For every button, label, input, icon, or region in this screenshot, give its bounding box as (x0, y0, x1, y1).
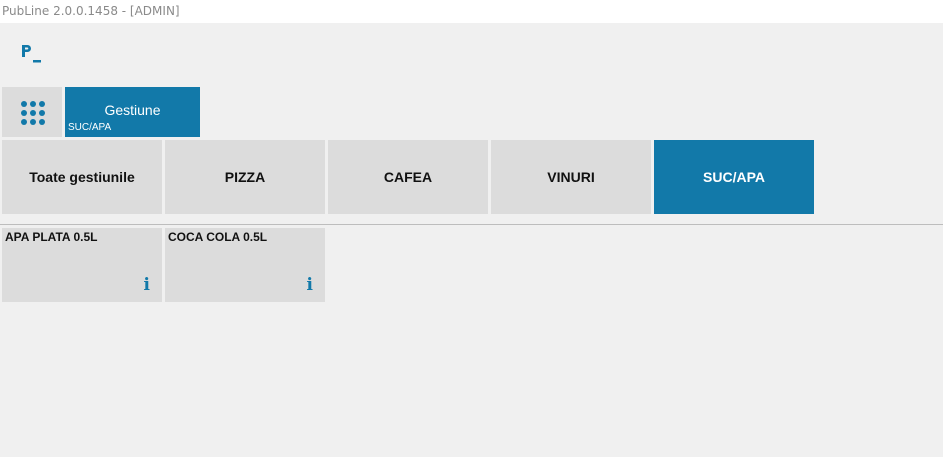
category-vinuri[interactable]: VINURI (491, 140, 651, 214)
product-tile-coca-cola[interactable]: COCA COLA 0.5L i (165, 228, 325, 302)
product-name: APA PLATA 0.5L (5, 230, 98, 244)
window-title: PubLine 2.0.0.1458 - [ADMIN] (2, 4, 180, 18)
section-divider (0, 224, 943, 225)
category-toate-gestiunile[interactable]: Toate gestiunile (2, 140, 162, 214)
product-tile-apa-plata[interactable]: APA PLATA 0.5L i (2, 228, 162, 302)
menu-grid-button[interactable] (2, 87, 62, 137)
info-icon[interactable]: i (144, 277, 150, 294)
product-name: COCA COLA 0.5L (168, 230, 268, 244)
gestiune-current: SUC/APA (68, 122, 112, 133)
category-suc-apa[interactable]: SUC/APA (654, 140, 814, 214)
info-icon[interactable]: i (307, 277, 313, 294)
gestiune-button[interactable]: Gestiune SUC/APA (65, 87, 200, 137)
category-pizza[interactable]: PIZZA (165, 140, 325, 214)
grid-icon (21, 101, 45, 125)
window-titlebar: PubLine 2.0.0.1458 - [ADMIN] (0, 0, 943, 23)
publine-logo-icon (20, 42, 44, 66)
category-cafea[interactable]: CAFEA (328, 140, 488, 214)
gestiune-label: Gestiune (104, 102, 161, 118)
